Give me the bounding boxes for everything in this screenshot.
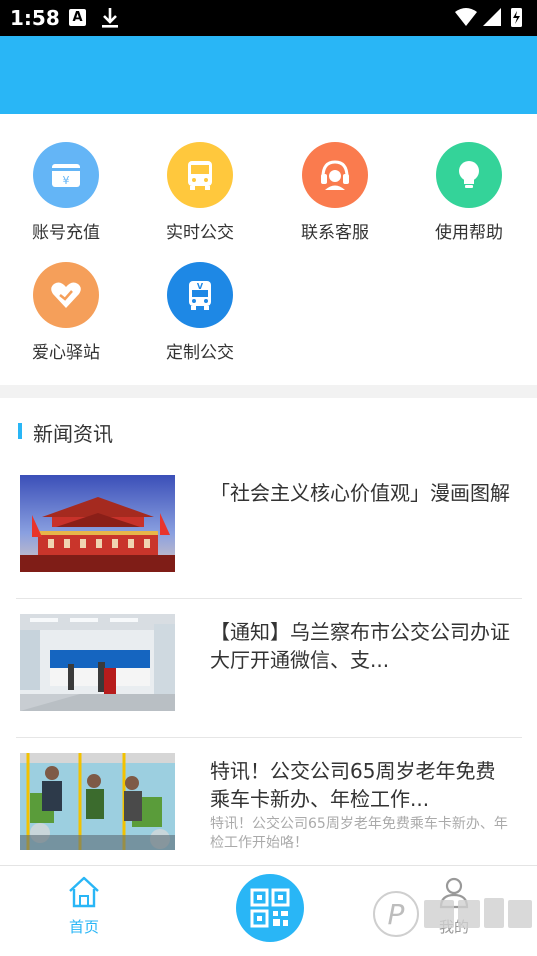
- scan-qr-button[interactable]: [236, 874, 304, 942]
- heart-icon: [33, 262, 99, 328]
- svg-text:P: P: [388, 898, 405, 931]
- news-item[interactable]: 【通知】乌兰察布市公交公司办证大厅开通微信、支...: [0, 600, 537, 738]
- divider: [16, 737, 522, 738]
- bus-icon: [167, 142, 233, 208]
- divider: [16, 598, 522, 599]
- grid-item-customer-service[interactable]: 联系客服: [270, 142, 400, 243]
- news-thumbnail: [20, 614, 175, 711]
- news-summary: 特讯！公交公司65周岁老年免费乘车卡新办、年检工作开始咯！: [210, 816, 508, 851]
- download-icon: [100, 7, 120, 33]
- news-item[interactable]: 「社会主义核心价值观」漫画图解: [0, 461, 537, 599]
- news-item[interactable]: 特讯！公交公司65周岁老年免费乘车卡新办、年检工作... 特讯！公交公司65周岁…: [0, 739, 537, 877]
- status-time: 1:58: [10, 6, 60, 30]
- news-section-header: 新闻资讯: [0, 398, 537, 462]
- function-grid: ¥ 账号充值 实时公交 联系客服 使用帮助 爱心驿站 V 定制公交: [0, 114, 537, 384]
- qr-code-icon: [250, 888, 290, 928]
- grid-item-love-station[interactable]: 爱心驿站: [1, 262, 131, 363]
- notification-a-icon: A: [69, 9, 86, 26]
- wallet-icon: ¥: [33, 142, 99, 208]
- signal-icon: [483, 8, 501, 26]
- news-text: 特讯！公交公司65周岁老年免费乘车卡新办、年检工作... 特讯！公交公司65周岁…: [210, 757, 510, 853]
- svg-text:V: V: [197, 282, 204, 291]
- news-section-title: 新闻资讯: [33, 422, 113, 446]
- grid-item-label: 定制公交: [166, 343, 234, 363]
- section-accent-bar: [18, 423, 22, 439]
- news-thumbnail: [20, 753, 175, 850]
- news-headline: 「社会主义核心价值观」漫画图解: [210, 481, 510, 505]
- news-headline: 特讯！公交公司65周岁老年免费乘车卡新办、年检工作...: [210, 759, 496, 811]
- home-icon: [69, 876, 99, 908]
- status-bar: 1:58 A: [0, 0, 537, 36]
- svg-text:¥: ¥: [63, 174, 70, 187]
- custom-bus-icon: V: [167, 262, 233, 328]
- news-text: 「社会主义核心价值观」漫画图解: [210, 479, 510, 507]
- lightbulb-icon: [436, 142, 502, 208]
- news-text: 【通知】乌兰察布市公交公司办证大厅开通微信、支...: [210, 618, 510, 674]
- section-separator: [0, 385, 537, 398]
- customer-service-icon: [302, 142, 368, 208]
- grid-item-realtime-bus[interactable]: 实时公交: [135, 142, 265, 243]
- app-header: [0, 36, 537, 114]
- wifi-icon: [455, 8, 477, 26]
- grid-item-label: 爱心驿站: [32, 343, 100, 363]
- grid-item-label: 实时公交: [166, 223, 234, 243]
- grid-item-label: 使用帮助: [435, 223, 503, 243]
- grid-item-recharge[interactable]: ¥ 账号充值: [1, 142, 131, 243]
- news-thumbnail: [20, 475, 175, 572]
- news-headline: 【通知】乌兰察布市公交公司办证大厅开通微信、支...: [210, 620, 510, 672]
- grid-item-custom-bus[interactable]: V 定制公交: [135, 262, 265, 363]
- grid-item-label: 账号充值: [32, 223, 100, 243]
- grid-item-help[interactable]: 使用帮助: [404, 142, 534, 243]
- tab-home-label: 首页: [68, 918, 99, 936]
- grid-item-label: 联系客服: [301, 223, 369, 243]
- watermark-logo: P: [372, 874, 537, 956]
- tab-home[interactable]: 首页: [54, 874, 114, 937]
- status-icons: [453, 6, 529, 34]
